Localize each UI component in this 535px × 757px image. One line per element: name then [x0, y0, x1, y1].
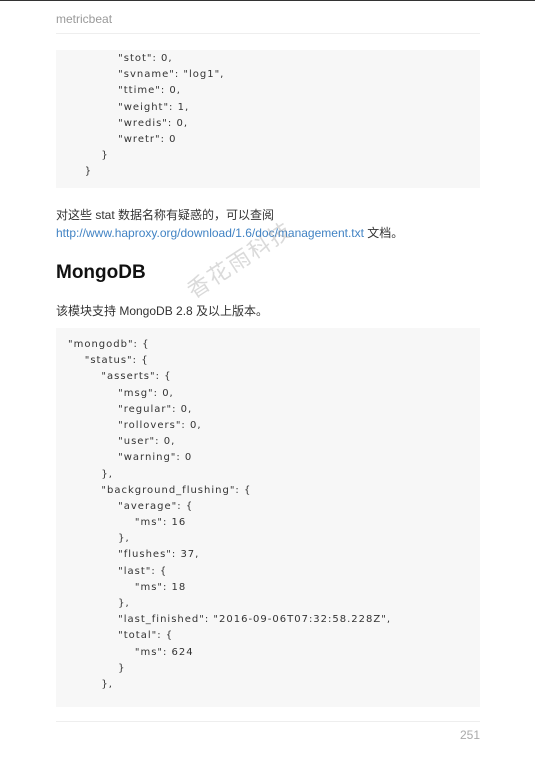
code-line: } — [68, 662, 126, 674]
code-line: }, — [68, 598, 130, 609]
code-line: }, — [68, 468, 113, 480]
management-doc-link[interactable]: http://www.haproxy.org/download/1.6/doc/… — [56, 226, 364, 240]
code-line: "rollovers": 0, — [68, 419, 202, 431]
paragraph-mongodb-support: 该模块支持 MongoDB 2.8 及以上版本。 — [56, 304, 269, 318]
paragraph-suffix: 文档。 — [363, 226, 404, 240]
code-line: "ms": 18 — [68, 581, 187, 593]
top-border — [0, 0, 535, 1]
code-line: "status": { — [68, 355, 149, 367]
code-line: "svname": "log1", — [68, 69, 225, 81]
code-line: "msg": 0, — [68, 387, 174, 399]
code-line: "last": { — [68, 565, 168, 577]
code-line: "total": { — [68, 630, 174, 642]
code-line: "user": 0, — [68, 436, 176, 448]
code-line: "ms": 624 — [68, 646, 194, 658]
code-line: "ttime": 0, — [68, 85, 181, 97]
code-line: "background_flushing": { — [68, 484, 252, 496]
code-line: "weight": 1, — [68, 101, 190, 113]
page-number: 251 — [459, 728, 480, 742]
code-block-mongodb: "mongodb": { "status": { "asserts": { "m… — [56, 328, 480, 707]
code-line: }, — [68, 533, 130, 545]
code-line: "wretr": 0 — [68, 133, 177, 145]
code-line: "warning": 0 — [68, 452, 193, 464]
header-divider — [56, 33, 480, 34]
code-line: "wredis": 0, — [68, 117, 188, 129]
section-title: MongoDB — [56, 262, 146, 283]
code-line: "asserts": { — [68, 371, 172, 383]
code-line: "average": { — [68, 500, 194, 512]
code-line: "mongodb": { — [68, 339, 150, 350]
code-line: "stot": 0, — [68, 53, 173, 64]
paragraph-stat-link-line: http://www.haproxy.org/download/1.6/doc/… — [56, 224, 403, 241]
page-header: metricbeat — [56, 12, 113, 26]
paragraph-stat-intro: 对这些 stat 数据名称有疑惑的，可以查阅 — [56, 208, 275, 222]
code-line: }, — [68, 678, 113, 690]
code-line: "flushes": 37, — [68, 549, 200, 561]
footer-divider — [56, 721, 480, 722]
code-block-top: "stot": 0, "svname": "log1", "ttime": 0,… — [56, 50, 480, 188]
code-line: "ms": 16 — [68, 517, 187, 529]
code-line: } — [68, 166, 93, 178]
code-line: "regular": 0, — [68, 403, 193, 415]
code-line: } — [68, 150, 109, 162]
code-line: "last_finished": "2016-09-06T07:32:58.22… — [68, 614, 392, 626]
